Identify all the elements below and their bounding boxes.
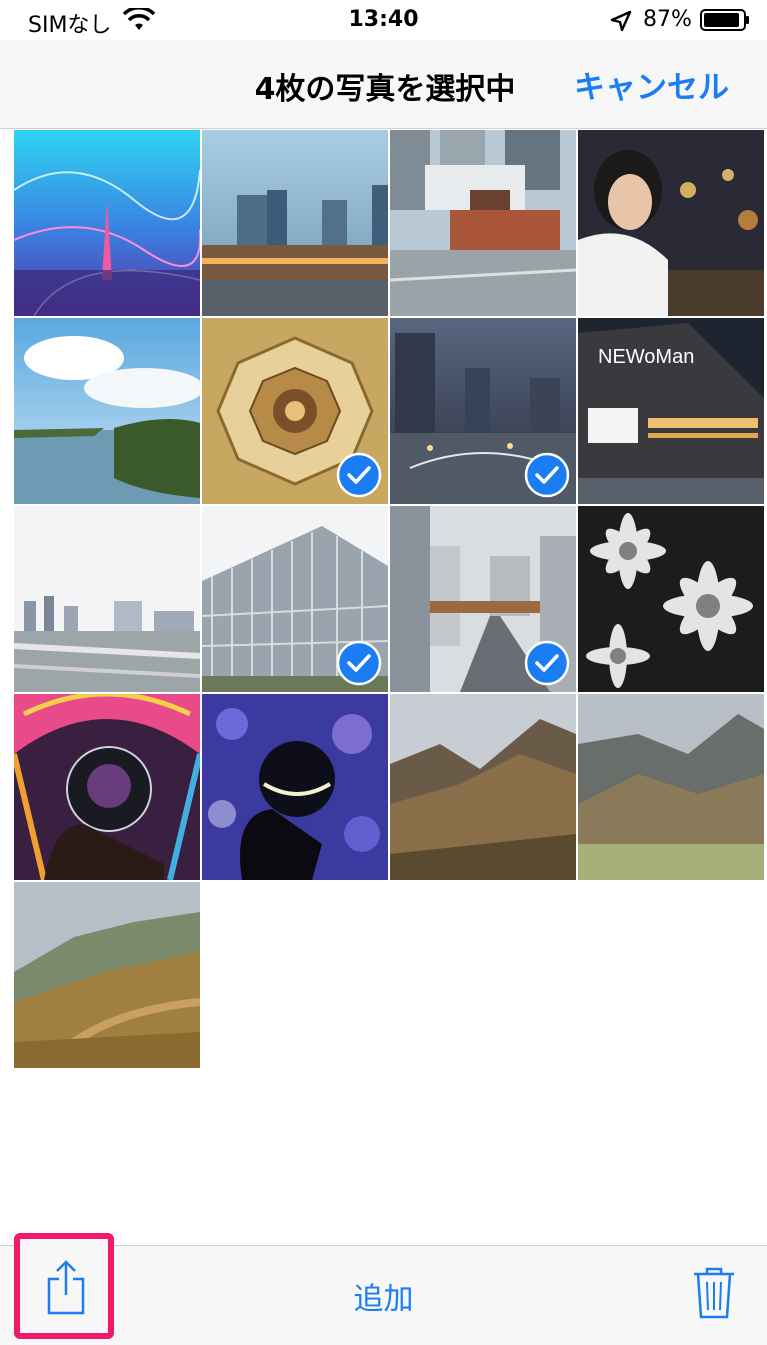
selected-check-icon (524, 640, 570, 686)
photo-thumbnail[interactable] (390, 506, 576, 692)
photo-thumbnail[interactable] (202, 694, 388, 880)
photo-thumbnail[interactable] (14, 694, 200, 880)
page-title: 4枚の写真を選択中 (254, 72, 516, 107)
photo-grid: NEWoMan (14, 130, 764, 1070)
photo-thumbnail[interactable] (202, 130, 388, 316)
status-bar: SIMなし 13:40 87% (0, 0, 767, 40)
battery-icon (700, 9, 749, 31)
svg-text:NEWoMan: NEWoMan (598, 346, 694, 368)
location-arrow-icon (610, 10, 632, 32)
photo-thumbnail[interactable] (390, 130, 576, 316)
photo-thumbnail[interactable] (14, 318, 200, 504)
trash-icon[interactable] (692, 1266, 736, 1320)
photo-thumbnail[interactable] (14, 130, 200, 316)
navigation-bar: 4枚の写真を選択中 キャンセル (0, 40, 767, 129)
cancel-button[interactable]: キャンセル (574, 62, 729, 107)
battery-percent: 87% (643, 7, 692, 32)
bottom-toolbar: 追加 (0, 1233, 767, 1345)
photo-thumbnail[interactable] (390, 694, 576, 880)
photo-thumbnail[interactable]: NEWoMan (578, 318, 764, 504)
photo-thumbnail[interactable] (578, 506, 764, 692)
photo-thumbnail[interactable] (14, 506, 200, 692)
selected-check-icon (336, 452, 382, 498)
photo-thumbnail[interactable] (202, 318, 388, 504)
selected-check-icon (336, 640, 382, 686)
photo-thumbnail[interactable] (14, 882, 200, 1068)
selected-check-icon (524, 452, 570, 498)
photo-thumbnail[interactable] (578, 130, 764, 316)
photo-thumbnail[interactable] (578, 694, 764, 880)
add-button[interactable]: 追加 (0, 1274, 767, 1318)
photo-thumbnail[interactable] (390, 318, 576, 504)
photo-thumbnail[interactable] (202, 506, 388, 692)
